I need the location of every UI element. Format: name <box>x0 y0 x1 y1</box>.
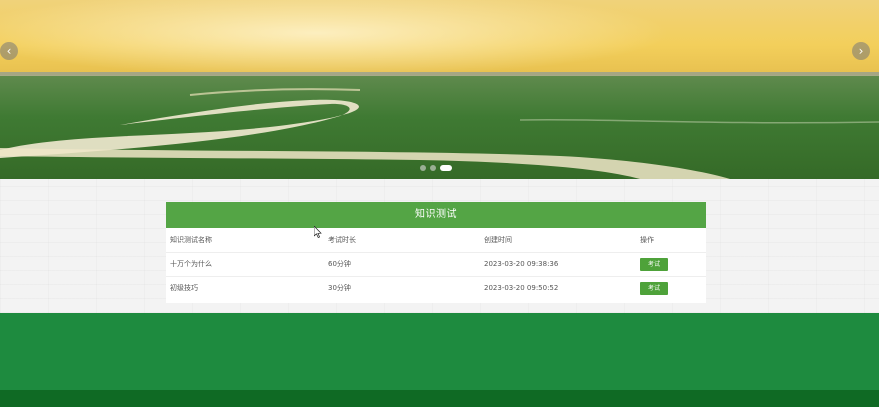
column-header-name: 知识测试名称 <box>170 235 212 244</box>
carousel-next-button[interactable]: › <box>852 42 870 60</box>
footer <box>0 313 879 390</box>
start-exam-button[interactable]: 考试 <box>640 281 669 295</box>
footer-bottom-bar <box>0 390 879 407</box>
quiz-name: 初级技巧 <box>170 284 198 293</box>
quiz-name: 十万个为什么 <box>170 260 212 268</box>
quiz-panel: 知识测试 知识测试名称 考试时长 创建时间 操作 十万个为什么 60分钟 202… <box>166 202 706 303</box>
quiz-panel-title: 知识测试 <box>166 202 706 228</box>
carousel-dot[interactable] <box>430 165 436 171</box>
landscape-image <box>0 0 879 179</box>
quiz-action-cell: 考试 <box>636 252 706 276</box>
chevron-right-icon: › <box>858 44 864 58</box>
column-header-created: 创建时间 <box>484 235 512 244</box>
carousel-prev-button[interactable]: ‹ <box>0 42 18 60</box>
quiz-created-time: 2023-03-20 09:38:36 <box>484 260 559 268</box>
start-exam-button[interactable]: 考试 <box>640 257 669 271</box>
quiz-table: 知识测试名称 考试时长 创建时间 操作 十万个为什么 60分钟 2023-03-… <box>166 228 706 300</box>
main-content: 知识测试 知识测试名称 考试时长 创建时间 操作 十万个为什么 60分钟 202… <box>0 179 879 313</box>
chevron-left-icon: ‹ <box>6 44 12 58</box>
quiz-action-cell: 考试 <box>636 276 706 300</box>
column-header-action: 操作 <box>640 235 654 244</box>
carousel-banner: ‹ › <box>0 0 879 179</box>
quiz-created-time: 2023-03-20 09:50:52 <box>484 284 559 293</box>
quiz-duration: 30分钟 <box>328 284 351 293</box>
table-header-row: 知识测试名称 考试时长 创建时间 操作 <box>166 228 706 252</box>
table-row: 十万个为什么 60分钟 2023-03-20 09:38:36 考试 <box>166 252 706 276</box>
column-header-duration: 考试时长 <box>328 235 356 244</box>
carousel-indicators <box>420 165 452 171</box>
mouse-pointer-icon <box>314 226 322 238</box>
carousel-dot-active[interactable] <box>440 165 452 171</box>
table-row: 初级技巧 30分钟 2023-03-20 09:50:52 考试 <box>166 276 706 300</box>
carousel-dot[interactable] <box>420 165 426 171</box>
quiz-duration: 60分钟 <box>328 260 351 268</box>
